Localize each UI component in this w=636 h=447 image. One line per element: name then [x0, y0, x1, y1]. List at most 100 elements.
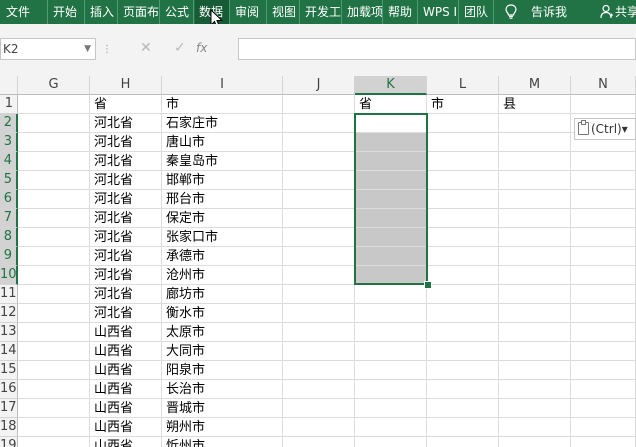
- share-person-icon[interactable]: [600, 0, 614, 24]
- ribbon-tab[interactable]: WPS I: [419, 0, 459, 24]
- column-header[interactable]: N: [571, 76, 636, 95]
- person-glyph: [600, 4, 613, 19]
- cell-i[interactable]: 晋城市: [162, 399, 283, 418]
- row-header[interactable]: 5: [0, 171, 18, 190]
- lightbulb-icon[interactable]: [505, 0, 521, 24]
- cell-i[interactable]: 忻州市: [162, 437, 283, 447]
- cell-i[interactable]: 邢台市: [162, 190, 283, 209]
- confirm-edit-button[interactable]: ✓: [174, 40, 186, 56]
- lightbulb-glyph: [505, 4, 517, 19]
- cancel-edit-button[interactable]: ✕: [140, 40, 152, 56]
- header-cell-l[interactable]: 市: [427, 95, 499, 114]
- cell-i[interactable]: 太原市: [162, 323, 283, 342]
- name-box-dropdown-icon[interactable]: ▼: [84, 39, 91, 59]
- column-gridline: [498, 95, 499, 447]
- ribbon-tab[interactable]: 团队: [460, 0, 494, 24]
- cell-i[interactable]: 邯郸市: [162, 171, 283, 190]
- row-header[interactable]: 2: [0, 114, 18, 133]
- row-header[interactable]: 16: [0, 380, 18, 399]
- ribbon-tab[interactable]: 开始: [49, 0, 85, 24]
- row-header[interactable]: 10: [0, 266, 18, 285]
- column-header[interactable]: L: [427, 76, 499, 95]
- select-all-corner[interactable]: [0, 76, 18, 95]
- ribbon-tab[interactable]: 加载项: [343, 0, 383, 24]
- column-header[interactable]: M: [499, 76, 571, 95]
- row-header[interactable]: 18: [0, 418, 18, 437]
- cell-i[interactable]: 大同市: [162, 342, 283, 361]
- row-header[interactable]: 4: [0, 152, 18, 171]
- row-header[interactable]: 9: [0, 247, 18, 266]
- name-box[interactable]: K2 ▼: [0, 38, 96, 60]
- column-header[interactable]: G: [18, 76, 90, 95]
- cell-i[interactable]: 长治市: [162, 380, 283, 399]
- row-header[interactable]: 17: [0, 399, 18, 418]
- insert-function-button[interactable]: fx: [196, 41, 207, 55]
- cell-i[interactable]: 唐山市: [162, 133, 283, 152]
- cell-h[interactable]: 河北省: [90, 228, 162, 247]
- cell-h[interactable]: 山西省: [90, 399, 162, 418]
- row-header[interactable]: 7: [0, 209, 18, 228]
- ribbon-tab[interactable]: 视图: [268, 0, 300, 24]
- column-header[interactable]: J: [283, 76, 355, 95]
- cell-i[interactable]: 石家庄市: [162, 114, 283, 133]
- cell-i[interactable]: 朔州市: [162, 418, 283, 437]
- header-cell-m[interactable]: 县: [499, 95, 571, 114]
- row-header[interactable]: 19: [0, 437, 18, 447]
- cell-h[interactable]: 河北省: [90, 285, 162, 304]
- cell-h[interactable]: 山西省: [90, 437, 162, 447]
- cell-i[interactable]: 阳泉市: [162, 361, 283, 380]
- ribbon-tab[interactable]: 页面布: [119, 0, 160, 24]
- paste-options-label: (Ctrl): [591, 122, 622, 136]
- cell-h[interactable]: 河北省: [90, 304, 162, 323]
- row-header[interactable]: 14: [0, 342, 18, 361]
- cell-h[interactable]: 省: [90, 95, 162, 114]
- row-header[interactable]: 11: [0, 285, 18, 304]
- cell-h[interactable]: 河北省: [90, 190, 162, 209]
- cell-h[interactable]: 河北省: [90, 266, 162, 285]
- name-box-value: K2: [3, 42, 19, 56]
- column-header[interactable]: I: [162, 76, 283, 95]
- cell-h[interactable]: 河北省: [90, 247, 162, 266]
- ribbon-tab[interactable]: 开发工: [301, 0, 342, 24]
- cell-i[interactable]: 保定市: [162, 209, 283, 228]
- cell-h[interactable]: 山西省: [90, 418, 162, 437]
- header-cell-k[interactable]: 省: [355, 95, 427, 114]
- cell-h[interactable]: 河北省: [90, 209, 162, 228]
- fill-handle[interactable]: [424, 281, 432, 289]
- cell-i[interactable]: 沧州市: [162, 266, 283, 285]
- row-header[interactable]: 8: [0, 228, 18, 247]
- cell-h[interactable]: 山西省: [90, 361, 162, 380]
- cell-h[interactable]: 山西省: [90, 380, 162, 399]
- cell-i[interactable]: 秦皇岛市: [162, 152, 283, 171]
- cell-h[interactable]: 山西省: [90, 342, 162, 361]
- cell-h[interactable]: 河北省: [90, 152, 162, 171]
- cell-h[interactable]: 山西省: [90, 323, 162, 342]
- ribbon-tab[interactable]: 文件: [0, 0, 48, 24]
- cell-h[interactable]: 河北省: [90, 114, 162, 133]
- row-header[interactable]: 6: [0, 190, 18, 209]
- formula-input[interactable]: [238, 38, 636, 60]
- cell-i[interactable]: 市: [162, 95, 283, 114]
- column-header[interactable]: H: [90, 76, 162, 95]
- row-header[interactable]: 12: [0, 304, 18, 323]
- row-header[interactable]: 15: [0, 361, 18, 380]
- ribbon-tab[interactable]: 审阅: [231, 0, 267, 24]
- column-header[interactable]: K: [355, 76, 427, 95]
- ribbon-tab[interactable]: 插入: [86, 0, 118, 24]
- cell-i[interactable]: 张家口市: [162, 228, 283, 247]
- share-button[interactable]: 共享: [615, 0, 636, 24]
- ribbon-tab[interactable]: 帮助: [384, 0, 418, 24]
- row-header[interactable]: 3: [0, 133, 18, 152]
- cell-i[interactable]: 承德市: [162, 247, 283, 266]
- row-header[interactable]: 13: [0, 323, 18, 342]
- cell-h[interactable]: 河北省: [90, 133, 162, 152]
- cell-h[interactable]: 河北省: [90, 171, 162, 190]
- row-header[interactable]: 1: [0, 95, 18, 114]
- ribbon-tab[interactable]: 公式: [161, 0, 194, 24]
- cell-i[interactable]: 廊坊市: [162, 285, 283, 304]
- cell-i[interactable]: 衡水市: [162, 304, 283, 323]
- tell-me-search[interactable]: 告诉我: [531, 0, 581, 24]
- spreadsheet-grid[interactable]: G H I J K L M N 1 省市 2 河北省 石家庄市 3 河北省 唐山市 4 河北省 秦皇岛市 5 河北省 邯郸…: [0, 76, 636, 447]
- paste-options-button[interactable]: (Ctrl)▾: [574, 118, 636, 140]
- clipboard-icon: [578, 120, 589, 135]
